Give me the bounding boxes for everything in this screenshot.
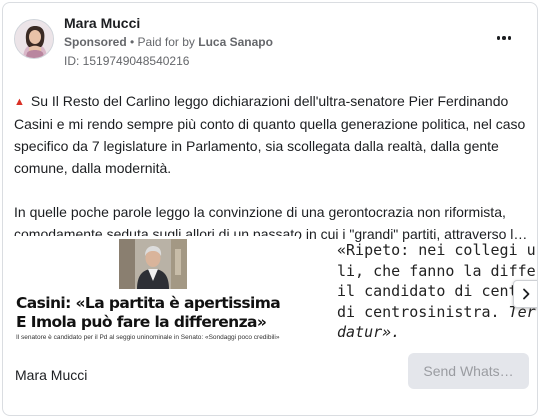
chevron-right-icon [523, 288, 530, 300]
body-paragraph-1: ▲ Su Il Resto del Carlino leggo dichiaraz… [14, 90, 530, 179]
news-photo [119, 239, 187, 289]
sponsored-label: Sponsored [64, 35, 127, 49]
more-options-button[interactable] [493, 31, 515, 45]
quote-line-4: di centrosinistra. Tertium [337, 302, 537, 323]
more-dot-icon [496, 36, 501, 40]
avatar-photo [15, 20, 53, 58]
send-whatsapp-button[interactable]: Send Whats… [408, 353, 529, 389]
meta-separator: • [126, 35, 138, 49]
casini-photo [119, 239, 187, 289]
paragraph-1-text: Su Il Resto del Carlino leggo dichiarazi… [14, 93, 526, 176]
paid-for-prefix: Paid for by [137, 35, 199, 49]
carousel-card-1[interactable]: Casini: «La partita è apertissima E Imol… [12, 236, 299, 349]
payer-name: Luca Sanapo [198, 35, 273, 49]
footer-page-name[interactable]: Mara Mucci [15, 367, 87, 383]
headline-line-1: Casini: «La partita è apertissima [16, 294, 281, 312]
news-headline: Casini: «La partita è apertissima E Imol… [16, 294, 299, 332]
advertiser-avatar[interactable] [14, 19, 54, 59]
ad-card: Mara Mucci Sponsored • Paid for by Luca … [2, 2, 538, 416]
headline-line-2: E Imola può fare la differenza» [16, 313, 267, 331]
body-paragraph-2-line-1: In quelle poche parole leggo la convinzi… [14, 204, 506, 220]
news-subheadline: Il senatore è candidato per il Pd al seg… [16, 334, 280, 341]
carousel-next-button[interactable] [513, 280, 537, 308]
quote-line-5: datur». [337, 322, 537, 343]
ad-body-text: ▲ Su Il Resto del Carlino leggo dichiaraz… [14, 90, 530, 245]
ad-library-id: ID: 1519749048540216 [64, 54, 190, 68]
quote-line-3: il candidato di centro [337, 282, 536, 300]
quote-line-4-a: di centrosinistra. [337, 302, 509, 321]
sponsored-line: Sponsored • Paid for by Luca Sanapo [64, 35, 273, 49]
media-carousel[interactable]: Casini: «La partita è apertissima E Imol… [12, 236, 537, 349]
more-dot-icon [507, 36, 512, 40]
quote-line-1: «Ripeto: nei collegi uninom [337, 241, 537, 259]
advertiser-name[interactable]: Mara Mucci [64, 15, 140, 31]
quote-line-5-text: datur». [337, 323, 401, 341]
quote-line-2: li, che fanno la differenza, c [337, 261, 537, 280]
carousel-card-2[interactable]: «Ripeto: nei collegi uninom li, che fanno… [337, 240, 537, 349]
red-triangle-icon: ▲ [14, 96, 25, 108]
more-dot-icon [502, 36, 506, 40]
